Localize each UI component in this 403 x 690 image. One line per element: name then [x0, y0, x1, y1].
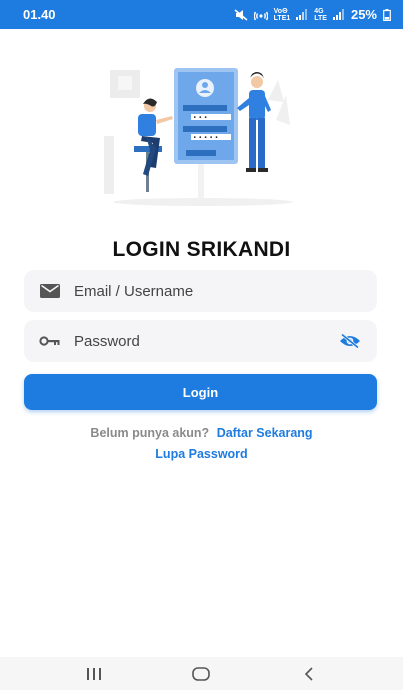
recent-apps-icon[interactable] [69, 662, 119, 686]
email-field[interactable]: Email / Username [24, 270, 377, 312]
login-illustration: • • • • • • • • [98, 60, 303, 210]
network-label-2: 4G LTE [314, 7, 327, 22]
status-time: 01.40 [23, 7, 56, 22]
register-link[interactable]: Daftar Sekarang [217, 426, 313, 440]
password-field[interactable]: Password [24, 320, 377, 362]
status-icons: VoΘ LTE1 4G LTE 25% [234, 7, 391, 22]
register-prompt: Belum punya akun? [90, 426, 210, 440]
email-placeholder: Email / Username [74, 282, 194, 300]
visibility-off-icon[interactable] [337, 331, 363, 351]
status-bar: 01.40 VoΘ LTE1 4G LTE 25% [0, 0, 403, 29]
email-icon [38, 281, 62, 301]
key-icon [38, 331, 62, 351]
battery-percent: 25% [350, 7, 377, 22]
forgot-password-link[interactable]: Lupa Password [0, 447, 403, 461]
page-title: LOGIN SRIKANDI [112, 238, 291, 261]
battery-icon [383, 8, 391, 21]
network-label-1: VoΘ LTE1 [273, 7, 291, 22]
register-row: Belum punya akun? Daftar Sekarang [0, 426, 403, 440]
svg-text:• • •: • • • [193, 115, 207, 122]
svg-text:• • • • •: • • • • • [193, 135, 218, 142]
login-button[interactable]: Login [24, 374, 377, 410]
signal-icon-2 [332, 9, 345, 20]
system-nav-bar [0, 657, 403, 690]
signal-icon [296, 9, 308, 20]
back-icon[interactable] [284, 662, 334, 686]
home-icon[interactable] [176, 662, 226, 686]
password-placeholder: Password [74, 332, 140, 350]
hotspot-icon [253, 9, 268, 21]
mute-icon [234, 8, 248, 21]
